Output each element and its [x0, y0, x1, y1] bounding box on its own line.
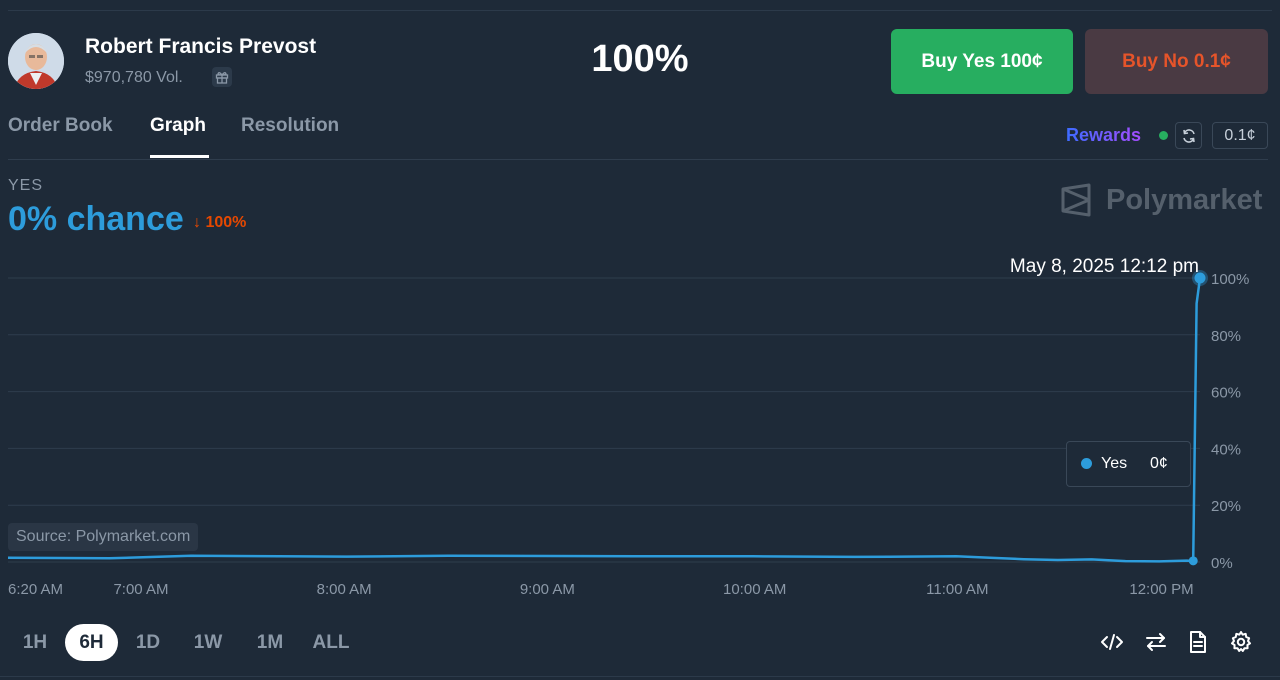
tooltip-series-dot: [1081, 458, 1092, 469]
series-line-yes: [7, 277, 1202, 563]
swap-icon[interactable]: [1143, 629, 1169, 655]
embed-code-icon[interactable]: [1099, 629, 1125, 655]
range-1d[interactable]: 1D: [127, 624, 169, 661]
bottom-divider: [0, 676, 1280, 677]
range-1w[interactable]: 1W: [184, 624, 232, 661]
x-tick-label: 9:00 AM: [520, 581, 575, 598]
price-chart[interactable]: 0% 20% 40% 60% 80% 100% 6:20 AM 7:00 AM 8:00 AM…: [0, 0, 1280, 680]
tooltip-series-value: 0¢: [1150, 455, 1168, 472]
x-tick-label: 6:20 AM: [8, 581, 63, 598]
y-tick-label: 0%: [1211, 555, 1233, 572]
range-1h[interactable]: 1H: [14, 624, 56, 661]
y-tick-label: 100%: [1211, 271, 1249, 288]
x-tick-label: 7:00 AM: [113, 581, 168, 598]
x-tick-label: 10:00 AM: [723, 581, 786, 598]
y-tick-label: 80%: [1211, 328, 1241, 345]
x-tick-label: 11:00 AM: [926, 581, 988, 598]
range-6h[interactable]: 6H: [65, 624, 118, 661]
y-tick-label: 20%: [1211, 498, 1241, 515]
settings-gear-icon[interactable]: [1228, 629, 1254, 655]
range-1m[interactable]: 1M: [246, 624, 294, 661]
document-icon[interactable]: [1185, 629, 1211, 655]
range-all[interactable]: ALL: [306, 624, 356, 661]
hover-point-marker: [1188, 556, 1198, 566]
hover-date-label: May 8, 2025 12:12 pm: [1010, 256, 1199, 277]
y-tick-label: 40%: [1211, 441, 1241, 458]
y-tick-label: 60%: [1211, 385, 1241, 402]
tooltip-series-name: Yes: [1101, 455, 1128, 472]
x-tick-label: 8:00 AM: [317, 581, 372, 598]
source-label: Source: Polymarket.com: [8, 523, 199, 551]
x-tick-label: 12:00 PM: [1129, 581, 1193, 598]
